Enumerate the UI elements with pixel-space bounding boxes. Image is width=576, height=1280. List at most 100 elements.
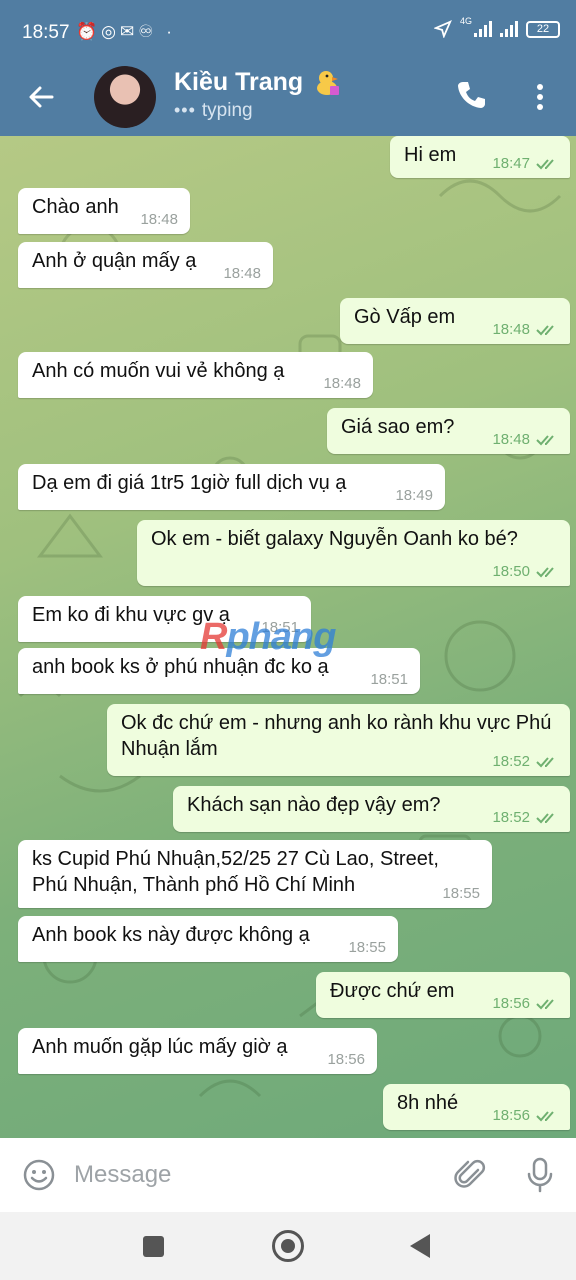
message-meta: 18:48 xyxy=(492,322,558,338)
message-time: 18:48 xyxy=(323,375,361,392)
message-time: 18:51 xyxy=(370,671,408,688)
message-out[interactable]: Ok em - biết galaxy Nguyễn Oanh ko bé? 1… xyxy=(137,520,570,586)
mic-icon[interactable] xyxy=(526,1156,554,1194)
message-time: 18:56 xyxy=(492,1107,530,1124)
double-check-icon xyxy=(536,159,554,170)
message-text: Hi em xyxy=(404,144,457,166)
typing-label: typing xyxy=(201,100,253,121)
message-out[interactable]: Giá sao em? 18:48 xyxy=(327,408,570,454)
status-time: 18:57 xyxy=(22,22,70,43)
double-check-icon xyxy=(536,813,554,824)
message-meta: 18:52 xyxy=(492,810,558,826)
message-text: Được chứ em xyxy=(330,980,455,1002)
double-check-icon xyxy=(536,325,554,336)
phone-icon[interactable] xyxy=(454,78,488,112)
message-text: Anh book ks này được không ạ xyxy=(32,924,310,946)
status-icons-right: 4G 22 xyxy=(433,15,560,38)
message-time: 18:49 xyxy=(395,487,433,504)
double-check-icon xyxy=(536,435,554,446)
more-vert-icon[interactable] xyxy=(526,80,554,114)
message-meta: 18:56 xyxy=(492,1108,558,1124)
message-time: 18:47 xyxy=(492,155,530,172)
signal-icon-2 xyxy=(500,21,518,37)
message-time: 18:48 xyxy=(223,265,261,282)
message-time: 18:48 xyxy=(140,211,178,228)
message-time: 18:52 xyxy=(492,753,530,770)
message-text: Chào anh xyxy=(32,196,119,218)
message-meta: 18:55 xyxy=(348,940,386,956)
message-time: 18:55 xyxy=(348,939,386,956)
message-meta: 18:55 xyxy=(442,886,480,902)
home-button[interactable] xyxy=(272,1230,304,1262)
notification-icons: ⏰◎✉♾ · xyxy=(76,22,176,41)
message-time: 18:55 xyxy=(442,885,480,902)
message-in[interactable]: ks Cupid Phú Nhuận,52/25 27 Cù Lao, Stre… xyxy=(18,840,492,908)
message-meta: 18:47 xyxy=(492,156,558,172)
contact-name[interactable]: Kiều Trang xyxy=(174,68,303,97)
avatar[interactable] xyxy=(94,66,156,128)
message-meta: 18:56 xyxy=(327,1052,365,1068)
double-check-icon xyxy=(536,567,554,578)
message-time: 18:48 xyxy=(492,321,530,338)
message-out[interactable]: 8h nhé 18:56 xyxy=(383,1084,570,1130)
duck-emoji-icon xyxy=(317,71,339,95)
location-arrow-icon xyxy=(433,20,452,38)
message-text: Ok đc chứ em - nhưng anh ko rành khu vực… xyxy=(121,712,552,760)
attach-icon[interactable] xyxy=(454,1156,488,1194)
typing-dots-icon: ••• xyxy=(174,100,196,120)
chat-header: Kiều Trang ••• typing xyxy=(0,62,576,136)
message-text: Gò Vấp em xyxy=(354,306,456,328)
message-text: Dạ em đi giá 1tr5 1giờ full dịch vụ ạ xyxy=(32,472,347,494)
typing-status: ••• typing xyxy=(174,100,253,122)
message-meta: 18:48 xyxy=(140,212,178,228)
recent-apps-button[interactable] xyxy=(143,1236,164,1257)
message-out[interactable]: Hi em 18:47 xyxy=(390,136,570,178)
message-text: Anh có muốn vui vẻ không ạ xyxy=(32,360,285,382)
message-time: 18:50 xyxy=(492,563,530,580)
emoji-icon[interactable] xyxy=(22,1158,56,1192)
message-meta: 18:48 xyxy=(323,376,361,392)
message-text: Ok em - biết galaxy Nguyễn Oanh ko bé? xyxy=(151,528,518,550)
message-text: 8h nhé xyxy=(397,1092,459,1114)
message-time: 18:48 xyxy=(492,431,530,448)
watermark-prefix: R xyxy=(200,616,227,658)
message-out[interactable]: Ok đc chứ em - nhưng anh ko rành khu vực… xyxy=(107,704,570,776)
message-meta: 18:48 xyxy=(492,432,558,448)
message-in[interactable]: Anh ở quận mấy ạ 18:48 xyxy=(18,242,273,288)
message-in[interactable]: Anh muốn gặp lúc mấy giờ ạ 18:56 xyxy=(18,1028,377,1074)
message-out[interactable]: Gò Vấp em 18:48 xyxy=(340,298,570,344)
message-meta: 18:48 xyxy=(223,266,261,282)
message-meta: 18:56 xyxy=(492,996,558,1012)
message-input[interactable] xyxy=(74,1154,434,1196)
system-navigation-bar xyxy=(0,1212,576,1280)
message-in[interactable]: Dạ em đi giá 1tr5 1giờ full dịch vụ ạ 18… xyxy=(18,464,445,510)
message-composer xyxy=(0,1138,576,1212)
status-bar: 18:57 ⏰◎✉♾ · 4G 22 xyxy=(0,0,576,62)
message-out[interactable]: Khách sạn nào đẹp vậy em? 18:52 xyxy=(173,786,570,832)
message-meta: 18:49 xyxy=(395,488,433,504)
double-check-icon xyxy=(536,1111,554,1122)
network-type: 4G xyxy=(459,15,472,26)
message-out[interactable]: Được chứ em 18:56 xyxy=(316,972,570,1018)
message-text: Khách sạn nào đẹp vậy em? xyxy=(187,794,441,816)
message-text: Giá sao em? xyxy=(341,416,455,438)
message-in[interactable]: Anh có muốn vui vẻ không ạ 18:48 xyxy=(18,352,373,398)
double-check-icon xyxy=(536,999,554,1010)
message-meta: 18:51 xyxy=(370,672,408,688)
system-back-button[interactable] xyxy=(410,1234,430,1258)
message-in[interactable]: Anh book ks này được không ạ 18:55 xyxy=(18,916,398,962)
message-time: 18:56 xyxy=(327,1051,365,1068)
battery-icon: 22 xyxy=(526,20,560,38)
message-meta: 18:52 xyxy=(492,754,558,770)
message-text: Anh ở quận mấy ạ xyxy=(32,250,197,272)
message-meta: 18:50 xyxy=(492,564,558,580)
back-arrow-icon[interactable] xyxy=(24,80,58,114)
message-text: Anh muốn gặp lúc mấy giờ ạ xyxy=(32,1036,288,1058)
message-text: anh book ks ở phú nhuận đc ko ạ xyxy=(32,656,329,678)
watermark-rest: phang xyxy=(226,616,336,658)
message-time: 18:56 xyxy=(492,995,530,1012)
signal-icon xyxy=(474,21,492,37)
message-in[interactable]: Chào anh 18:48 xyxy=(18,188,190,234)
watermark-logo: Rphang xyxy=(200,616,336,659)
message-text: ks Cupid Phú Nhuận,52/25 27 Cù Lao, Stre… xyxy=(32,848,439,896)
